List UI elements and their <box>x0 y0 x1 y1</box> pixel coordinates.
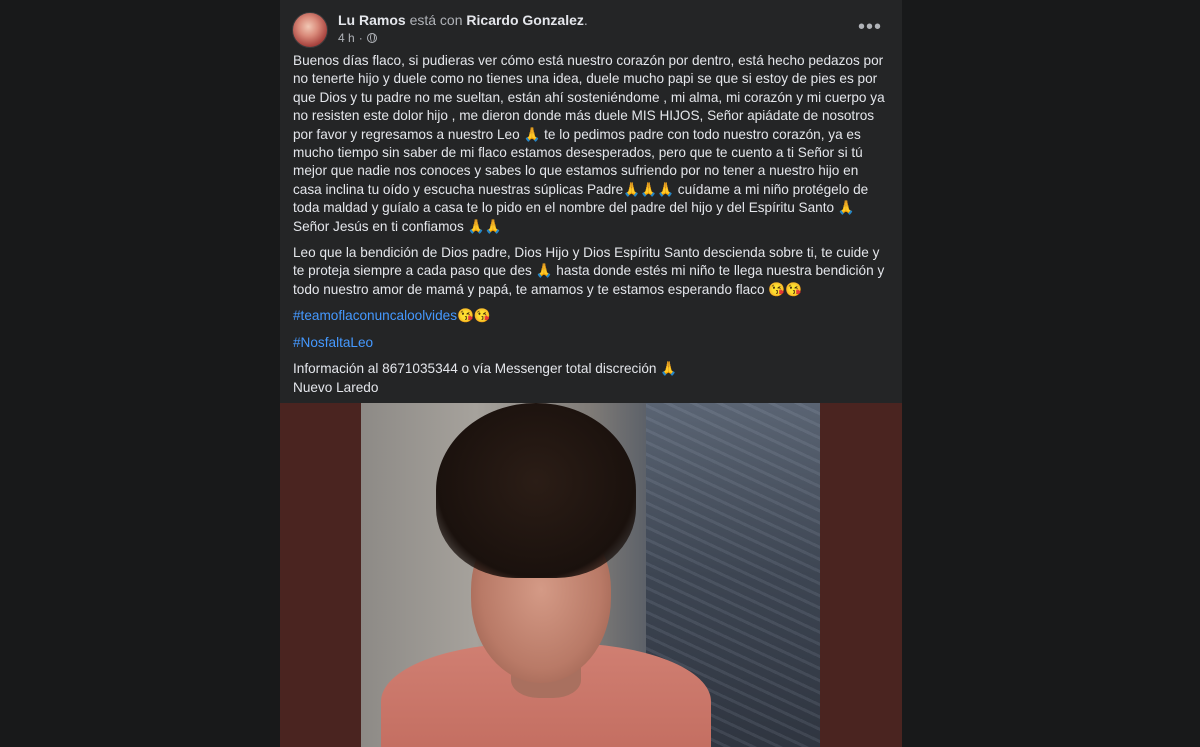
author-avatar[interactable] <box>292 12 328 48</box>
location-line: Nuevo Laredo <box>293 379 379 395</box>
tagged-person-link[interactable]: Ricardo Gonzalez <box>466 12 583 28</box>
post-photo[interactable] <box>361 403 820 747</box>
post-photo-area[interactable] <box>280 403 902 747</box>
info-line: Información al 8671035344 o vía Messenge… <box>293 361 678 377</box>
post-card: Lu Ramos está con Ricardo Gonzalez. 4 h … <box>280 0 902 747</box>
post-paragraph-2: Leo que la bendición de Dios padre, Dios… <box>293 245 885 297</box>
post-text: Buenos días flaco, si pudieras ver cómo … <box>293 52 889 397</box>
photo-hair <box>436 403 636 578</box>
post-timestamp[interactable]: 4 h <box>338 31 355 45</box>
author-line: Lu Ramos está con Ricardo Gonzalez. <box>338 12 588 28</box>
hashtag-line-1: #teamoflaconuncaloolvides😘😘 <box>293 307 889 325</box>
hashtag-emoji: 😘😘 <box>457 308 491 324</box>
hashtag-line-2: #NosfaltaLeo <box>293 334 889 352</box>
globe-icon[interactable] <box>366 33 377 43</box>
tagged-suffix: . <box>583 12 588 28</box>
post-header: Lu Ramos está con Ricardo Gonzalez. 4 h … <box>292 10 890 50</box>
post-paragraph-1: Buenos días flaco, si pudieras ver cómo … <box>293 53 885 234</box>
post-meta: 4 h · <box>338 31 377 45</box>
hashtag-link-2[interactable]: #NosfaltaLeo <box>293 335 373 350</box>
hashtag-link-1[interactable]: #teamoflaconuncaloolvides <box>293 308 457 323</box>
author-name-link[interactable]: Lu Ramos <box>338 12 406 28</box>
meta-separator: · <box>358 31 363 45</box>
more-options-icon[interactable]: ••• <box>856 16 884 44</box>
with-text: está con <box>409 12 463 28</box>
